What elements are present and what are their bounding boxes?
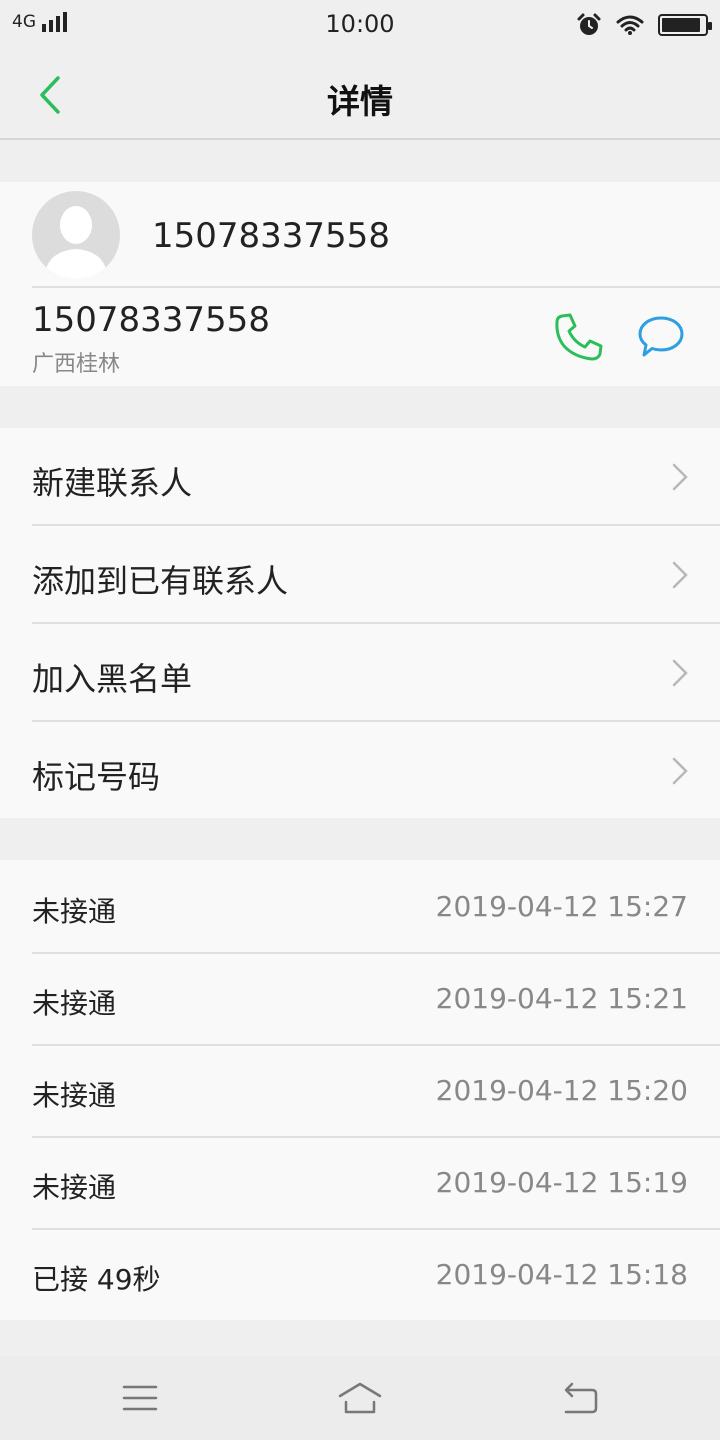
call-history-list: 未接通 2019-04-12 15:27 未接通 2019-04-12 15:2… (0, 860, 720, 1320)
chevron-right-icon (672, 659, 688, 687)
mark-number-item[interactable]: 标记号码 (0, 722, 720, 820)
status-icons (576, 12, 712, 38)
call-history-row: 未接通 2019-04-12 15:27 (0, 860, 720, 952)
status-bar: 4G 10:00 (0, 0, 720, 50)
add-to-blacklist-item[interactable]: 加入黑名单 (0, 624, 720, 722)
actions-list: 新建联系人 添加到已有联系人 加入黑名单 标记号码 (0, 428, 720, 818)
call-time: 2019-04-12 15:18 (435, 1258, 688, 1291)
call-status: 未接通 (32, 987, 117, 1020)
navigation-bar: 详情 (0, 50, 720, 140)
call-history-row: 已接 49秒 2019-04-12 15:18 (0, 1228, 720, 1320)
call-button[interactable] (552, 310, 606, 364)
call-history-row: 未接通 2019-04-12 15:21 (0, 952, 720, 1044)
chevron-right-icon (672, 757, 688, 785)
message-button[interactable] (636, 312, 686, 362)
new-contact-item[interactable]: 新建联系人 (0, 428, 720, 526)
phone-location: 广西桂林 (32, 352, 121, 377)
system-navigation-bar (0, 1356, 720, 1440)
call-time: 2019-04-12 15:21 (435, 982, 688, 1015)
call-time: 2019-04-12 15:19 (435, 1166, 688, 1199)
call-history-row: 未接通 2019-04-12 15:19 (0, 1136, 720, 1228)
contact-name: 15078337558 (152, 216, 390, 256)
home-button[interactable] (336, 1376, 384, 1420)
alarm-icon (577, 13, 601, 35)
action-label: 添加到已有联系人 (32, 562, 289, 600)
call-status: 未接通 (32, 1079, 117, 1112)
action-label: 标记号码 (32, 758, 161, 796)
person-icon (44, 206, 108, 279)
chevron-right-icon (672, 561, 688, 589)
call-history-row: 未接通 2019-04-12 15:20 (0, 1044, 720, 1136)
call-status: 未接通 (32, 895, 117, 928)
action-label: 新建联系人 (32, 464, 193, 502)
call-status: 未接通 (32, 1171, 117, 1204)
battery-icon (658, 14, 712, 36)
contact-card: 15078337558 15078337558 广西桂林 (0, 182, 720, 386)
menu-button[interactable] (118, 1376, 162, 1420)
chevron-right-icon (672, 463, 688, 491)
call-status: 已接 49秒 (32, 1263, 161, 1296)
divider (32, 286, 720, 288)
add-to-existing-contact-item[interactable]: 添加到已有联系人 (0, 526, 720, 624)
call-time: 2019-04-12 15:20 (435, 1074, 688, 1107)
call-time: 2019-04-12 15:27 (435, 890, 688, 923)
page-title: 详情 (327, 82, 393, 121)
action-label: 加入黑名单 (32, 660, 193, 698)
wifi-icon (616, 15, 644, 35)
return-button[interactable] (558, 1376, 602, 1420)
avatar[interactable] (32, 191, 120, 279)
phone-number: 15078337558 (32, 300, 270, 340)
